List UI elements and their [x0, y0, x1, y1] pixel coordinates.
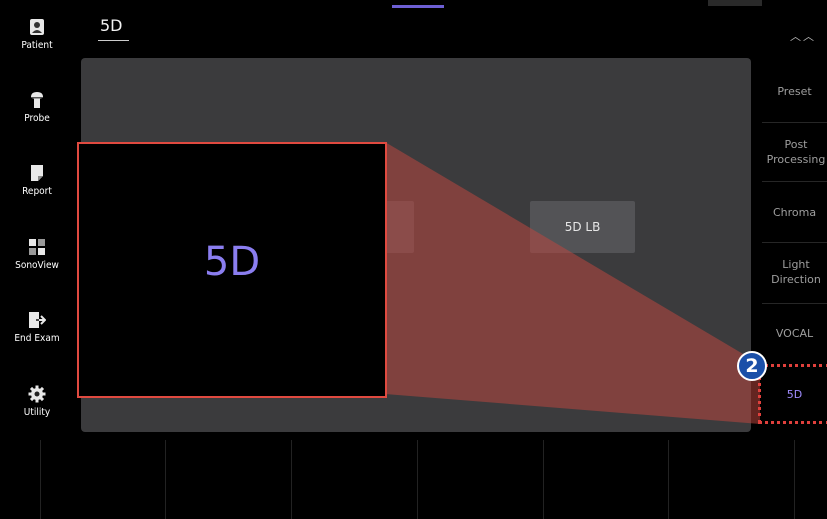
zoom-callout-box: 5D [77, 142, 387, 398]
step-badge: 2 [737, 351, 767, 381]
highlight-frame [758, 364, 827, 424]
zoom-callout-text: 5D [203, 239, 261, 285]
